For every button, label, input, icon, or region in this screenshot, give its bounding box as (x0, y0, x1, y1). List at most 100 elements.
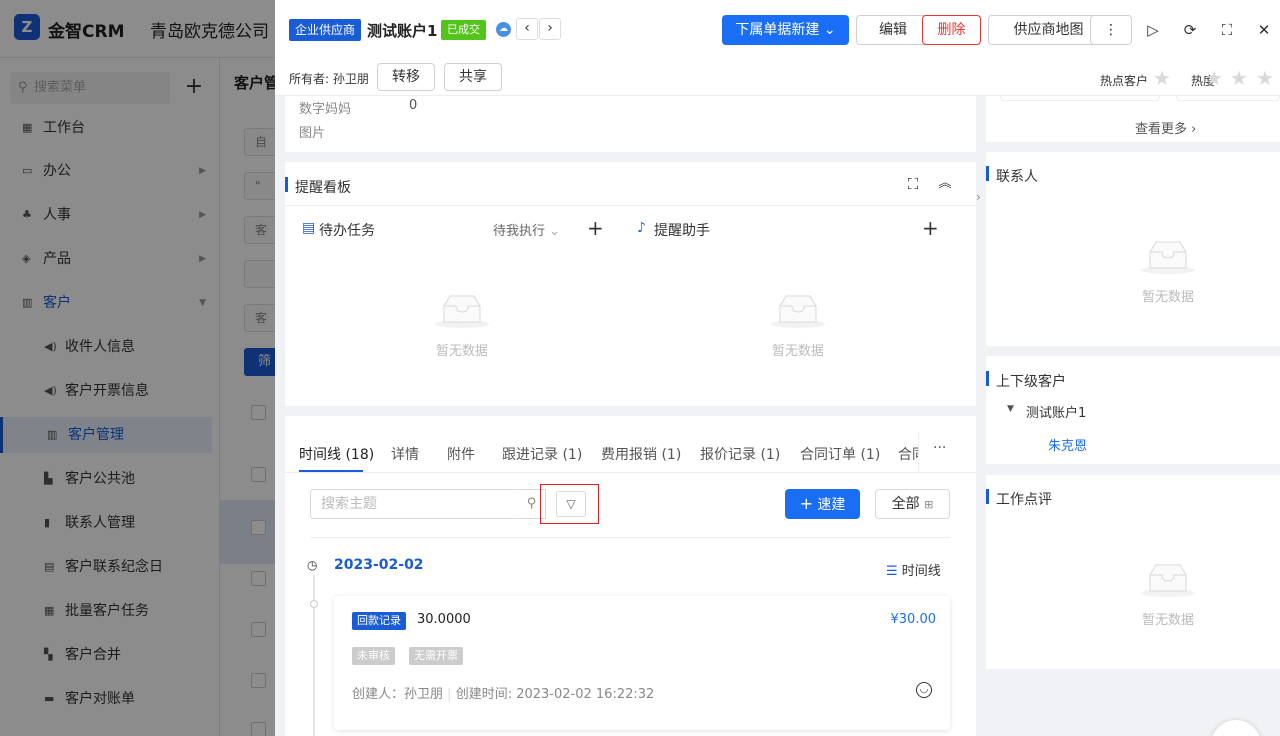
tab-followup[interactable]: 跟进记录 (1) (502, 444, 582, 464)
tab-timeline[interactable]: 时间线 (18) (299, 444, 374, 464)
record-meta: 创建人：孙卫朋 | 创建时间: 2023-02-02 16:22:32 (352, 687, 655, 702)
edit-button[interactable]: 编辑 (856, 15, 930, 45)
caret-down-icon[interactable]: ▼ (1007, 404, 1014, 414)
bell-icon: ♪ (637, 220, 646, 236)
tab-attachments[interactable]: 附件 (447, 444, 475, 464)
empty-text: 暂无数据 (772, 344, 825, 359)
divider (918, 432, 919, 472)
expand-icon[interactable]: ⛶ (903, 174, 923, 194)
todo-filter-select[interactable]: 待我执行 ⌄ (493, 220, 560, 239)
invoice-badge: 无需开票 (409, 647, 463, 665)
created-label: 创建时间: (455, 687, 513, 702)
chevron-right-icon: › (1191, 122, 1197, 137)
status-badge: 未审核 (352, 647, 395, 665)
divider (310, 537, 950, 538)
created-time: 2023-02-02 16:22:32 (516, 687, 655, 702)
empty-box-icon (1141, 241, 1195, 274)
timeline-dot (310, 600, 318, 608)
add-todo-button[interactable]: + (587, 216, 604, 240)
section-title: 联系人 (996, 169, 1038, 185)
see-more-label: 查看更多 (1135, 122, 1188, 137)
star-icon[interactable]: ★ (1256, 66, 1274, 90)
section-marker (285, 177, 288, 192)
share-button[interactable]: 共享 (444, 63, 502, 91)
timeline-date: 2023-02-02 (334, 557, 424, 573)
delete-button[interactable]: 删除 (922, 15, 981, 45)
hierarchy-card: 上下级客户 ▼ 测试账户1 朱克恩 (986, 356, 1280, 464)
tab-quotes[interactable]: 报价记录 (1) (700, 444, 780, 464)
highlight-box (540, 484, 599, 524)
next-record-button[interactable]: › (539, 18, 561, 40)
quick-create-button[interactable]: + 速建 (785, 489, 860, 519)
quick-create-label: 速建 (817, 497, 846, 513)
comment-icon[interactable]: ◡ (916, 682, 932, 698)
see-more-link[interactable]: 查看更多 › (1135, 118, 1196, 137)
card-stub (1176, 96, 1280, 101)
hot-customer-label: 热点客户 (1100, 74, 1149, 88)
all-filter-button[interactable]: 全部 ⊞ (875, 489, 950, 519)
timeline-record-card[interactable]: 回款记录 30.0000 ¥30.00 未审核 无需开票 创建人：孙卫朋 | 创… (334, 596, 950, 730)
collapse-panel-icon[interactable]: › (976, 190, 986, 210)
section-title: 工作点评 (996, 492, 1052, 508)
tab-contracts[interactable]: 合同 (898, 444, 918, 464)
timeline-search-input[interactable]: 搜索主题 (310, 489, 519, 519)
new-subdoc-label: 下属单据新建 (735, 22, 820, 38)
star-icon[interactable]: ★ (1153, 66, 1171, 90)
all-label: 全部 (891, 496, 920, 512)
hierarchy-node[interactable]: 测试账户1 (1026, 402, 1086, 421)
add-reminder-button[interactable]: + (922, 216, 939, 240)
cloud-icon[interactable]: ☁ (496, 22, 511, 37)
plus-icon: + (799, 494, 813, 513)
contacts-card: 联系人 暂无数据 (986, 152, 1280, 346)
chevron-down-icon: ⌄ (823, 22, 836, 38)
section-marker (986, 489, 989, 504)
empty-box-icon (771, 295, 825, 328)
list-icon: ☰ (886, 564, 898, 579)
creator-name: 孙卫朋 (404, 687, 444, 702)
new-subdoc-button[interactable]: 下属单据新建 ⌄ (722, 15, 849, 45)
field-label: 数字妈妈 (299, 102, 352, 117)
section-marker (986, 371, 989, 386)
record-title: 测试账户1 (367, 22, 438, 40)
prev-record-button[interactable]: ‹ (516, 18, 538, 40)
chevron-down-icon: ⌄ (549, 224, 561, 239)
assistant-title: 提醒助手 (654, 223, 710, 239)
todo-filter-label: 待我执行 (493, 224, 546, 239)
record-amount: ¥30.00 (890, 612, 937, 627)
close-icon[interactable]: ✕ (1254, 20, 1274, 40)
review-card: 工作点评 暂无数据 (986, 475, 1280, 669)
empty-text: 暂无数据 (436, 344, 489, 359)
hot-customer-card: 查看更多 › (986, 96, 1280, 142)
more-tabs-button[interactable]: ··· (933, 440, 946, 456)
empty-box-icon (435, 295, 489, 328)
record-type-tag: 回款记录 (352, 612, 406, 630)
refresh-icon[interactable]: ⟳ (1180, 20, 1200, 40)
tab-expenses[interactable]: 费用报销 (1) (601, 444, 681, 464)
more-options-button[interactable]: ⋮ (1090, 15, 1132, 45)
record-title: 30.0000 (417, 612, 471, 627)
collapse-icon[interactable]: ︽ (935, 174, 955, 194)
section-marker (986, 166, 989, 181)
divider (285, 205, 976, 206)
grid-icon: ⊞ (924, 498, 934, 511)
tab-contract-orders[interactable]: 合同订单 (1) (800, 444, 880, 464)
star-icon[interactable]: ★ (1230, 66, 1248, 90)
empty-box-icon (1141, 564, 1195, 597)
help-bubble[interactable] (1211, 720, 1261, 736)
document-icon: ▤ (302, 220, 316, 236)
divider (285, 472, 976, 473)
field-label: 图片 (299, 126, 326, 141)
section-title: 上下级客户 (996, 374, 1066, 390)
transfer-button[interactable]: 转移 (377, 63, 435, 91)
drawer-header: 企业供应商 测试账户1 已成交 ☁ ‹ › 下属单据新建 ⌄ 编辑 删除 供应商… (275, 0, 1280, 96)
play-icon[interactable]: ▷ (1143, 20, 1163, 40)
hierarchy-child-link[interactable]: 朱克恩 (1048, 435, 1087, 454)
type-tag: 企业供应商 (289, 19, 362, 41)
timeline-view-toggle[interactable]: ☰ 时间线 (886, 560, 941, 579)
tab-details[interactable]: 详情 (391, 444, 419, 464)
section-title: 提醒看板 (295, 180, 351, 196)
fullscreen-icon[interactable]: ⛶ (1217, 20, 1237, 40)
clock-icon: ◷ (307, 558, 318, 572)
star-icon[interactable]: ★ (1205, 66, 1223, 90)
card-stub (1000, 96, 1160, 101)
